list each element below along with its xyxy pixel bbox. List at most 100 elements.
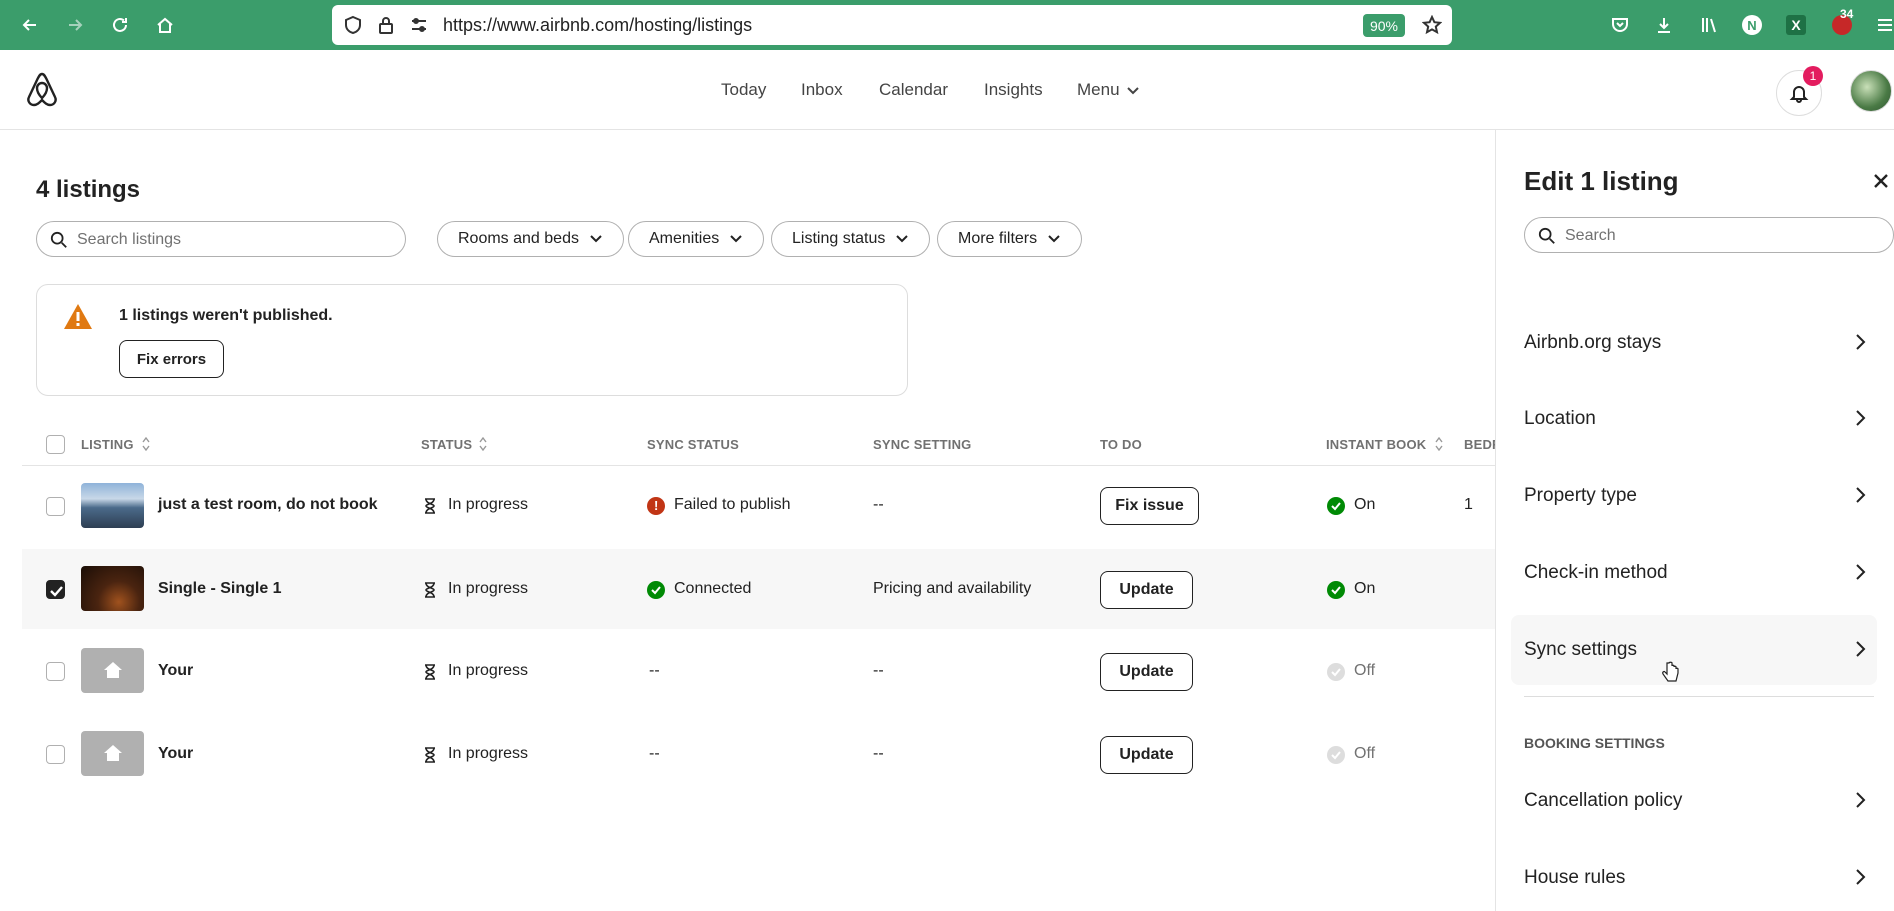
booking-settings-header: BOOKING SETTINGS	[1524, 735, 1665, 751]
error-icon: !	[647, 497, 665, 515]
page-title: 4 listings	[36, 176, 141, 203]
nav-today[interactable]: Today	[721, 80, 766, 100]
chevron-right-icon[interactable]	[1855, 791, 1867, 809]
url-text[interactable]: https://www.airbnb.com/hosting/listings	[443, 15, 752, 36]
panel-item-house-rules[interactable]: House rules	[1524, 867, 1874, 889]
back-icon[interactable]	[18, 13, 42, 37]
panel-title: Edit 1 listing	[1524, 166, 1679, 196]
status-text: In progress	[448, 745, 529, 762]
sort-icon[interactable]	[142, 437, 150, 451]
panel-item-location[interactable]: Location	[1524, 408, 1874, 430]
panel-item-sync-settings[interactable]: Sync settings	[1524, 639, 1874, 661]
hourglass-icon	[425, 498, 435, 514]
header-listing[interactable]: LISTING	[81, 437, 134, 452]
filter-more-filters[interactable]: More filters	[937, 221, 1083, 257]
lock-icon[interactable]	[376, 15, 396, 35]
header-status[interactable]: STATUS	[421, 437, 472, 452]
sync-setting-text: --	[873, 496, 884, 513]
downloads-icon[interactable]	[1652, 13, 1676, 37]
home-placeholder-icon	[104, 745, 122, 761]
listing-name[interactable]: Your	[158, 662, 193, 680]
chevron-right-icon[interactable]	[1855, 563, 1867, 581]
select-all-checkbox[interactable]	[46, 435, 65, 454]
hamburger-menu-icon[interactable]	[1873, 13, 1894, 37]
fix-errors-button[interactable]: Fix errors	[119, 340, 224, 378]
filter-listing-status[interactable]: Listing status	[771, 221, 931, 257]
table-row[interactable]: Single - Single 1 In progress Connected …	[22, 549, 1496, 629]
library-icon[interactable]	[1697, 13, 1721, 37]
check-circle-icon	[1327, 663, 1345, 681]
home-icon[interactable]	[153, 13, 177, 37]
update-button[interactable]: Update	[1100, 736, 1193, 774]
listing-thumbnail[interactable]	[81, 483, 144, 528]
chevron-right-icon[interactable]	[1855, 409, 1867, 427]
airbnb-logo-icon[interactable]	[22, 70, 62, 110]
bookmark-star-icon[interactable]	[1421, 14, 1443, 35]
table-row[interactable]: just a test room, do not book In progres…	[22, 466, 1496, 546]
row-checkbox[interactable]	[46, 497, 65, 516]
panel-item-property-type[interactable]: Property type	[1524, 485, 1874, 507]
listing-thumbnail[interactable]	[81, 566, 144, 611]
forward-icon[interactable]	[63, 13, 87, 37]
zoom-level[interactable]: 90%	[1363, 14, 1405, 37]
close-icon[interactable]	[1870, 170, 1892, 192]
listing-thumbnail[interactable]	[81, 648, 144, 693]
row-checkbox[interactable]	[46, 745, 65, 764]
chevron-right-icon[interactable]	[1855, 868, 1867, 886]
sort-icon[interactable]	[479, 437, 487, 451]
row-checkbox[interactable]	[46, 662, 65, 681]
chevron-right-icon[interactable]	[1855, 333, 1867, 351]
profile-icon[interactable]: N	[1742, 15, 1762, 35]
sync-status-text: Failed to publish	[674, 496, 791, 513]
instant-book-text: Off	[1354, 745, 1376, 762]
listing-name[interactable]: just a test room, do not book	[158, 496, 378, 514]
panel-item-check-in-method[interactable]: Check-in method	[1524, 562, 1874, 584]
panel-item-airbnb-org-stays[interactable]: Airbnb.org stays	[1524, 332, 1874, 354]
sync-status-text: --	[649, 662, 660, 679]
check-circle-icon	[1327, 746, 1345, 764]
permissions-icon[interactable]	[409, 15, 429, 35]
panel-item-cancellation-policy[interactable]: Cancellation policy	[1524, 790, 1874, 812]
row-checkbox[interactable]	[46, 580, 65, 599]
filter-amenities[interactable]: Amenities	[628, 221, 765, 257]
listing-name[interactable]: Your	[158, 745, 193, 763]
update-button[interactable]: Update	[1100, 653, 1193, 691]
sync-setting-text: --	[873, 662, 884, 679]
publish-error-alert: 1 listings weren't published. Fix errors	[36, 284, 908, 396]
sort-icon[interactable]	[1435, 437, 1443, 451]
update-button[interactable]: Update	[1100, 571, 1193, 609]
search-icon	[50, 231, 67, 248]
search-input[interactable]: Search listings	[36, 221, 406, 257]
nav-calendar[interactable]: Calendar	[879, 80, 948, 100]
reload-icon[interactable]	[108, 13, 132, 37]
hourglass-icon	[425, 664, 435, 680]
browser-toolbar: https://www.airbnb.com/hosting/listings …	[0, 0, 1894, 50]
chevron-right-icon[interactable]	[1855, 640, 1867, 658]
listing-name[interactable]: Single - Single 1	[158, 580, 282, 598]
panel-search-placeholder: Search	[1565, 227, 1616, 244]
spreadsheet-extension-icon[interactable]: X	[1786, 15, 1806, 35]
status-text: In progress	[448, 580, 529, 597]
search-icon	[1538, 227, 1555, 244]
nav-menu[interactable]: Menu	[1077, 80, 1120, 100]
address-bar[interactable]: https://www.airbnb.com/hosting/listings …	[332, 5, 1452, 45]
shield-icon[interactable]	[343, 15, 363, 35]
search-placeholder: Search listings	[77, 231, 182, 248]
chevron-right-icon[interactable]	[1855, 486, 1867, 504]
filter-rooms-and-beds[interactable]: Rooms and beds	[437, 221, 624, 257]
chevron-down-icon	[1048, 235, 1060, 243]
nav-insights[interactable]: Insights	[984, 80, 1043, 100]
bell-icon	[1789, 86, 1809, 103]
panel-search-input[interactable]: Search	[1524, 217, 1894, 253]
header-instant-book[interactable]: INSTANT BOOK	[1326, 437, 1426, 452]
listing-thumbnail[interactable]	[81, 731, 144, 776]
table-row[interactable]: Your In progress -- -- Update Off	[22, 631, 1496, 711]
nav-inbox[interactable]: Inbox	[801, 80, 843, 100]
fix-issue-button[interactable]: Fix issue	[1100, 487, 1199, 525]
host-top-nav: Today Inbox Calendar Insights Menu 1	[0, 50, 1894, 130]
pocket-icon[interactable]	[1608, 13, 1632, 37]
edit-listing-panel: Edit 1 listing Search Airbnb.org stays L…	[1495, 130, 1894, 911]
avatar[interactable]	[1850, 70, 1892, 112]
alert-text: 1 listings weren't published.	[119, 307, 333, 324]
table-row[interactable]: Your In progress -- -- Update Off	[22, 714, 1496, 794]
